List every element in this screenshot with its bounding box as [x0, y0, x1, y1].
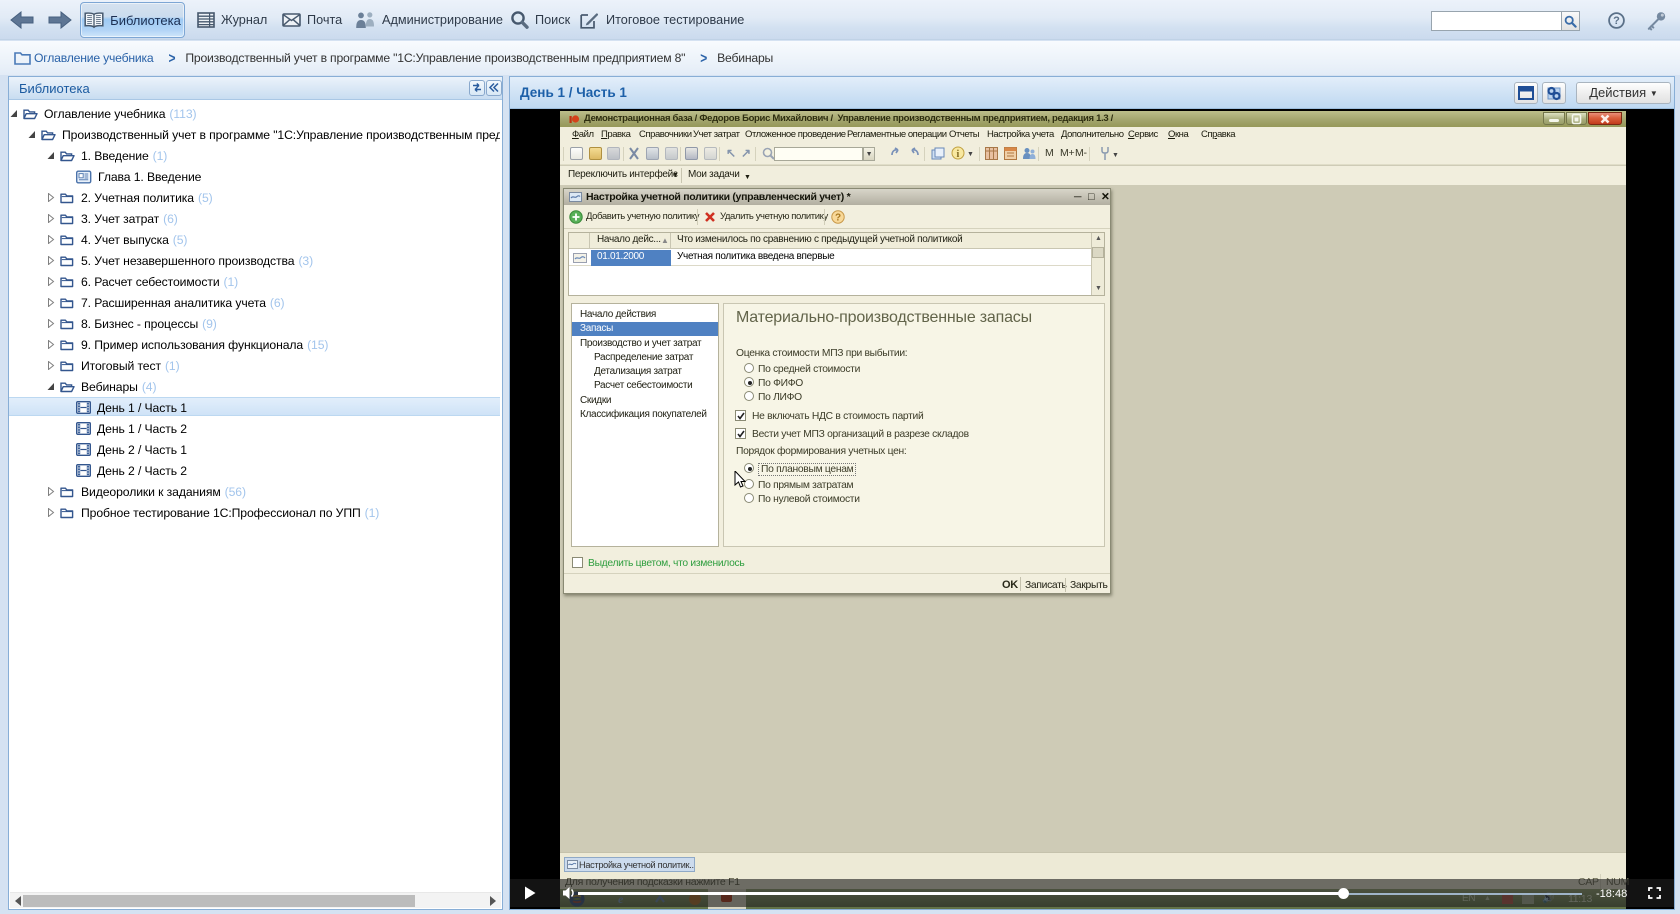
- svg-text:?: ?: [1613, 15, 1620, 27]
- svg-text:?: ?: [835, 213, 841, 224]
